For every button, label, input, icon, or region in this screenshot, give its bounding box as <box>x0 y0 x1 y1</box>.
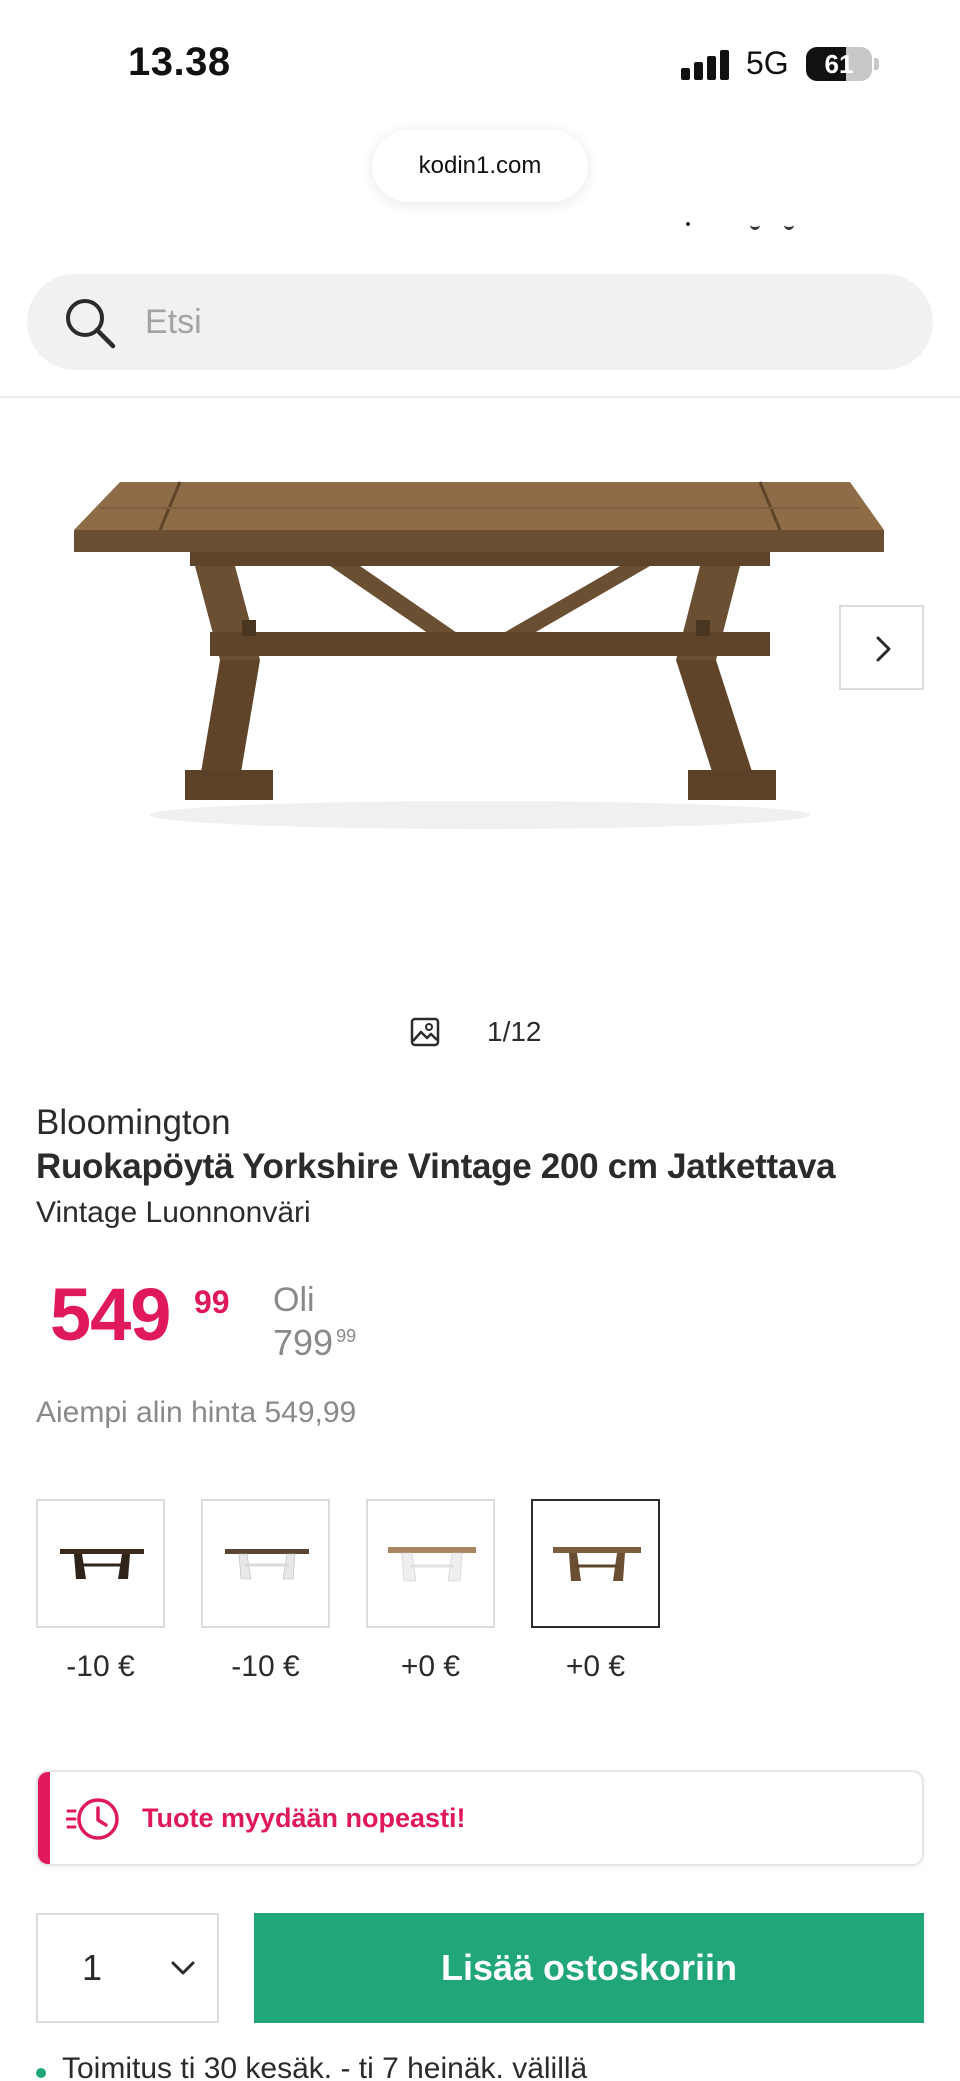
header-peek <box>680 220 820 234</box>
gallery-next-button[interactable] <box>839 605 924 690</box>
variant-price-diff: -10 € <box>66 1650 135 1683</box>
old-price-main: 799 <box>273 1322 334 1363</box>
variant-thumbnail <box>388 1547 476 1582</box>
search-input[interactable]: Etsi <box>27 274 933 370</box>
variant-thumbnail <box>225 1549 309 1580</box>
search-icon <box>66 299 116 349</box>
lowest-price-note: Aiempi alin hinta 549,99 <box>36 1396 357 1429</box>
image-icon <box>410 1017 440 1047</box>
variant-swatch-3[interactable] <box>366 1499 495 1628</box>
variant-price-diff: +0 € <box>565 1650 626 1683</box>
product-variant: Vintage Luonnonväri <box>36 1196 311 1229</box>
network-label: 5G <box>746 45 789 81</box>
selling-fast-alert: Tuote myydään nopeasti! <box>36 1770 924 1866</box>
alert-accent-bar <box>38 1772 50 1864</box>
fast-clock-icon <box>66 1798 119 1840</box>
battery-percent: 61 <box>824 49 854 79</box>
quantity-value: 1 <box>82 1947 103 1988</box>
gallery-count: 1/12 <box>487 1016 542 1047</box>
old-price-label: Oli <box>273 1281 315 1319</box>
alert-text: Tuote myydään nopeasti! <box>142 1803 466 1833</box>
signal-icon <box>681 50 731 80</box>
url-bar[interactable]: kodin1.com <box>372 130 588 202</box>
status-time: 13.38 <box>128 40 231 84</box>
chevron-down-icon <box>171 1961 195 1975</box>
variant-swatch-4[interactable] <box>531 1499 660 1628</box>
add-to-cart-button[interactable]: Lisää ostoskoriin <box>254 1913 924 2023</box>
variant-swatch-1[interactable] <box>36 1499 165 1628</box>
variant-price-diff: -10 € <box>231 1650 300 1683</box>
old-price: 799 99 <box>273 1322 356 1364</box>
variant-thumbnail <box>553 1547 641 1581</box>
status-bar: 13.38 5G 61 <box>0 0 960 120</box>
price-main: 549 <box>50 1273 171 1356</box>
delivery-status-dot <box>36 2068 46 2078</box>
product-brand[interactable]: Bloomington <box>36 1103 231 1143</box>
variant-swatch-2[interactable] <box>201 1499 330 1628</box>
product-image[interactable] <box>60 460 900 840</box>
divider <box>0 396 960 398</box>
variant-price-diff: +0 € <box>400 1650 461 1683</box>
battery-icon: 61 <box>806 47 879 81</box>
delivery-text: Toimitus ti 30 kesäk. - ti 7 heinäk. väl… <box>62 2052 588 2081</box>
chevron-right-icon <box>876 636 891 662</box>
old-price-cents: 99 <box>336 1326 357 1346</box>
price-cents: 99 <box>194 1284 230 1320</box>
search-placeholder: Etsi <box>145 303 202 341</box>
quantity-select[interactable]: 1 <box>36 1913 219 2023</box>
variant-thumbnail <box>60 1549 144 1579</box>
current-price: 549 99 <box>50 1272 230 1357</box>
product-title: Ruokapöytä Yorkshire Vintage 200 cm Jatk… <box>36 1147 836 1186</box>
